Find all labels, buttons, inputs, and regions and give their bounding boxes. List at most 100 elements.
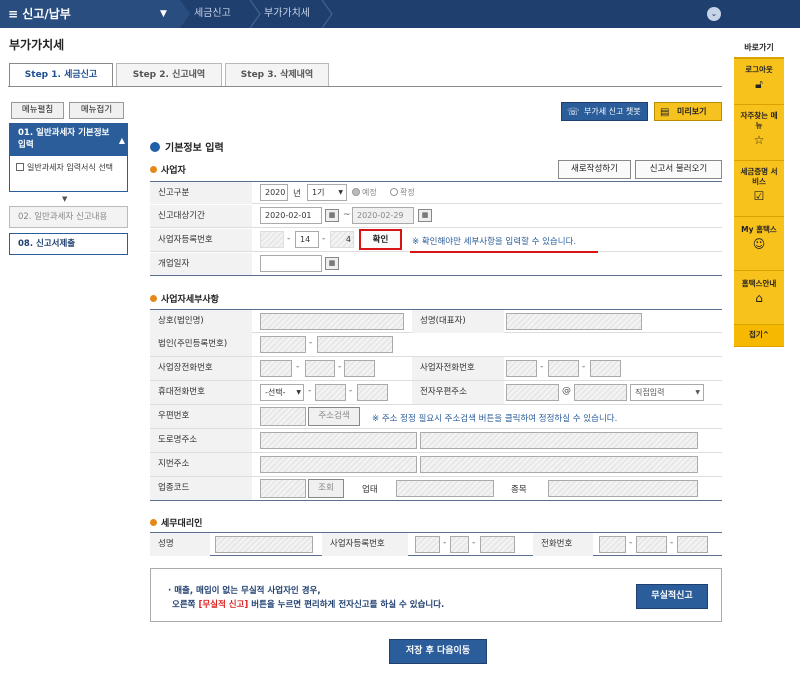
at-sign: @ — [562, 386, 571, 396]
agent-phone-2-input[interactable] — [636, 536, 667, 553]
industry-lookup-button[interactable]: 조회 — [308, 479, 344, 498]
road-address-2-input[interactable] — [420, 432, 698, 449]
phone-label: 사업장전화번호 — [150, 357, 252, 380]
tab-step3[interactable]: Step 3. 삭제내역 — [225, 63, 329, 86]
dash: - — [287, 234, 291, 244]
phone2-2-input[interactable] — [548, 360, 579, 377]
side-step2[interactable]: 02. 일반과세자 신고내용 — [9, 206, 128, 228]
save-next-button[interactable]: 저장 후 다음이동 — [389, 639, 487, 664]
email-label: 전자우편주소 — [412, 381, 504, 404]
jibun-address-2-input[interactable] — [420, 456, 698, 473]
side-step1[interactable]: 01. 일반과세자 기본정보 입력 ▲ — [9, 123, 128, 156]
mobile-2-input[interactable] — [315, 384, 346, 401]
lock-icon: 🔓︎ — [755, 77, 763, 91]
preview-button[interactable]: ▤ 미리보기 — [654, 102, 722, 121]
radio-icon — [352, 188, 360, 196]
menu-button[interactable]: ≡ 신고/납부 ▼ — [0, 0, 180, 28]
calendar-icon[interactable]: ▦ — [418, 209, 432, 222]
quick-collapse[interactable]: 접기^ — [734, 325, 784, 347]
phone2-label: 사업자전화번호 — [412, 357, 504, 380]
load-report-button[interactable]: 신고서 불러오기 — [635, 160, 722, 179]
tab-step1[interactable]: Step 1. 세금신고 — [9, 63, 113, 87]
jibun-address-label: 지번주소 — [150, 453, 252, 476]
bullet-icon — [150, 295, 157, 302]
biz-type-input[interactable] — [396, 480, 494, 497]
preview-label: 미리보기 — [677, 107, 707, 116]
quick-guide[interactable]: 홈택스안내 ⌂ — [734, 271, 784, 325]
chatbot-button[interactable]: ☏ 부가세 신고 챗봇 — [561, 102, 648, 121]
no-performance-button[interactable]: 무실적신고 — [636, 584, 708, 609]
bizno-mid-input[interactable]: 14 — [295, 231, 319, 248]
zip-note: ※ 주소 정정 필요시 주소검색 버튼을 클릭하여 정정하실 수 있습니다. — [372, 414, 618, 424]
industry-code-input[interactable] — [260, 479, 306, 498]
quick-logout[interactable]: 로그아웃 🔓︎ — [734, 57, 784, 105]
agent-phone-1-input[interactable] — [599, 536, 626, 553]
ceo-label: 성명(대표자) — [412, 310, 504, 333]
menu-collapse-button[interactable]: 메뉴접기 — [69, 102, 124, 119]
quick-my-label: My 홈택스 — [741, 225, 777, 234]
side-step3[interactable]: 08. 신고서제출 — [9, 233, 128, 255]
agent-name-input[interactable] — [215, 536, 313, 553]
chevron-down-icon: ▼ — [296, 389, 301, 396]
ceo-input[interactable] — [506, 313, 642, 330]
bizno-first-input[interactable] — [260, 231, 284, 248]
address-search-button[interactable]: 주소검색 — [308, 407, 360, 426]
notice-line2-a: 오른쪽 — [172, 600, 196, 610]
date-from-input[interactable]: 2020-02-01 — [260, 207, 322, 224]
mobile-3-input[interactable] — [357, 384, 388, 401]
corpno-label: 법인(주민등록번호) — [150, 333, 252, 356]
jibun-address-1-input[interactable] — [260, 456, 417, 473]
period-select[interactable]: 1기 ▼ — [307, 184, 347, 201]
mobile-select[interactable]: -선택- ▼ — [260, 384, 304, 401]
bizno-end-input[interactable]: 4 — [330, 231, 354, 248]
side-step1-sub[interactable]: 일반과세자 입력서식 선택 — [9, 156, 128, 192]
company-input[interactable] — [260, 313, 404, 330]
phone2-1-input[interactable] — [506, 360, 537, 377]
tab-step2[interactable]: Step 2. 신고내역 — [116, 63, 222, 86]
corpno-second-input[interactable] — [317, 336, 393, 353]
calendar-icon[interactable]: ▦ — [325, 257, 339, 270]
new-report-button[interactable]: 새로작성하기 — [558, 160, 631, 179]
agent-bizno-3-input[interactable] — [480, 536, 515, 553]
expand-circle-icon[interactable]: ⌄ — [707, 7, 721, 21]
year-input[interactable]: 2020 — [260, 184, 288, 201]
final-radio[interactable]: 확정 — [390, 187, 415, 198]
agent-phone-3-input[interactable] — [677, 536, 708, 553]
chatbot-label: 부가세 신고 챗봇 — [584, 107, 641, 116]
dash: - — [338, 362, 342, 372]
agent-bizno-2-input[interactable] — [450, 536, 469, 553]
agent-bizno-1-input[interactable] — [415, 536, 440, 553]
zip-input[interactable] — [260, 407, 306, 426]
item-input[interactable] — [548, 480, 698, 497]
industry-row: 업종코드 조회 업태 종목 — [150, 477, 722, 501]
email-id-input[interactable] — [506, 384, 559, 401]
road-address-1-input[interactable] — [260, 432, 417, 449]
quick-faq[interactable]: 자주찾는 메뉴 ☆ — [734, 105, 784, 161]
scheduled-radio[interactable]: 예정 — [352, 187, 377, 198]
page-title: 부가가치세 — [9, 38, 65, 52]
calendar-icon[interactable]: ▦ — [325, 209, 339, 222]
zip-row: 우편번호 주소검색 ※ 주소 정정 필요시 주소검색 버튼을 클릭하여 정정하실… — [150, 405, 722, 429]
person-icon: ☺ — [752, 237, 766, 251]
side-step1-sub-label: 일반과세자 입력서식 선택 — [27, 163, 114, 172]
breadcrumb-tax-report[interactable]: 세금신고 — [194, 0, 231, 28]
menu-expand-button[interactable]: 메뉴펼침 — [11, 102, 64, 119]
tab-divider — [8, 86, 722, 87]
confirm-button[interactable]: 확인 — [359, 229, 402, 250]
date-to-input[interactable]: 2020-02-29 — [352, 207, 414, 224]
company-row: 상호(법인명) 성명(대표자) — [150, 309, 722, 333]
breadcrumb-arrow-icon — [180, 0, 190, 28]
phone2-3-input[interactable] — [590, 360, 621, 377]
phone-3-input[interactable] — [344, 360, 375, 377]
corpno-first-input[interactable] — [260, 336, 306, 353]
quick-docs[interactable]: 세금증명 서비스 ☑ — [734, 161, 784, 217]
email-domain-select[interactable]: 직접입력 ▼ — [630, 384, 704, 401]
period-label: 신고대상기간 — [150, 205, 252, 227]
opening-date-input[interactable] — [260, 255, 322, 272]
quick-my-hometax[interactable]: My 홈택스 ☺ — [734, 217, 784, 271]
phone-2-input[interactable] — [305, 360, 335, 377]
breadcrumb-vat[interactable]: 부가가치세 — [264, 0, 310, 28]
breadcrumb-arrow-icon — [321, 0, 333, 28]
phone-1-input[interactable] — [260, 360, 292, 377]
email-domain-input[interactable] — [574, 384, 627, 401]
